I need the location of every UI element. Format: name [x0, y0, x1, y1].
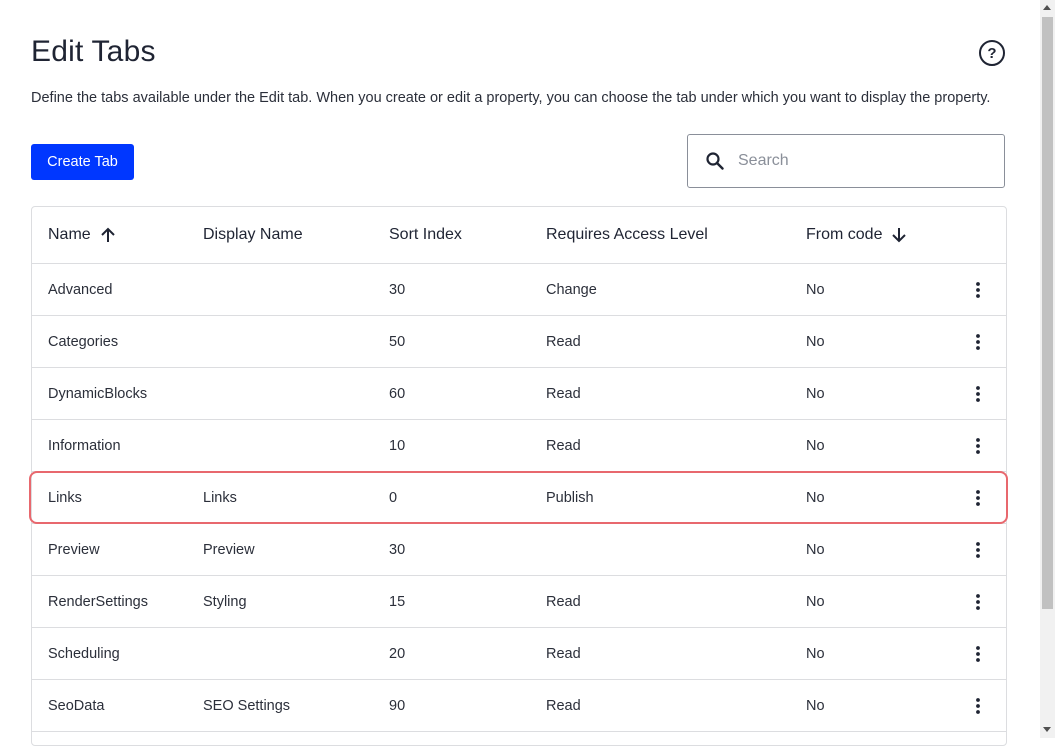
search-icon [706, 152, 724, 170]
scroll-up-arrow-icon[interactable] [1043, 5, 1051, 10]
cell-sort-index: 30 [389, 281, 406, 298]
cell-from-code: No [806, 281, 825, 298]
column-header-name-label: Name [48, 226, 91, 243]
table-header-row: Name Display Name Sort Index Requires Ac… [32, 207, 1006, 264]
column-header-from-code-label: From code [806, 226, 883, 243]
table-row[interactable]: Information 10 Read No [32, 420, 1006, 472]
cell-name: Preview [48, 541, 100, 558]
scroll-down-arrow-icon[interactable] [1043, 727, 1051, 732]
arrow-down-icon [890, 226, 908, 244]
cell-access-level: Read [546, 593, 581, 610]
cell-from-code: No [806, 593, 825, 610]
search-box[interactable] [687, 134, 1005, 188]
table-row[interactable]: RenderSettings Styling 15 Read No [32, 576, 1006, 628]
cell-name: Scheduling [48, 645, 120, 662]
table-row[interactable]: Advanced 30 Change No [32, 264, 1006, 316]
cell-from-code: No [806, 697, 825, 714]
cell-from-code: No [806, 437, 825, 454]
cell-sort-index: 60 [389, 385, 406, 402]
cell-display-name: Styling [203, 593, 247, 610]
cell-access-level: Read [546, 437, 581, 454]
table-row[interactable]: DynamicBlocks 60 Read No [32, 368, 1006, 420]
cell-access-level: Read [546, 697, 581, 714]
cell-access-level: Read [546, 645, 581, 662]
cell-from-code: No [806, 385, 825, 402]
cell-display-name: SEO Settings [203, 697, 291, 714]
more-options-icon[interactable] [968, 368, 988, 419]
more-options-icon[interactable] [968, 420, 988, 471]
more-options-icon[interactable] [968, 316, 988, 367]
cell-name: DynamicBlocks [48, 385, 148, 402]
cell-name: SeoData [48, 697, 105, 714]
cell-sort-index: 0 [389, 489, 398, 506]
table-row[interactable]: Scheduling 20 Read No [32, 628, 1006, 680]
column-header-access-level[interactable]: Requires Access Level [546, 207, 708, 263]
search-input[interactable] [736, 151, 980, 171]
cell-access-level: Change [546, 281, 597, 298]
cell-name: Links [48, 489, 82, 506]
table-row[interactable]: SeoData SEO Settings 90 Read No [32, 680, 1006, 732]
help-icon[interactable]: ? [979, 40, 1005, 66]
cell-from-code: No [806, 645, 825, 662]
cell-name: Information [48, 437, 121, 454]
cell-display-name: Preview [203, 541, 255, 558]
cell-name: Categories [48, 333, 119, 350]
column-header-from-code[interactable]: From code [806, 207, 908, 263]
cell-display-name: Links [203, 489, 237, 506]
cell-sort-index: 90 [389, 697, 406, 714]
cell-from-code: No [806, 541, 825, 558]
cell-from-code: No [806, 489, 825, 506]
cell-access-level: Read [546, 333, 581, 350]
table-row[interactable]: Links Links 0 Publish No [32, 472, 1006, 524]
vertical-scrollbar[interactable] [1040, 0, 1055, 738]
more-options-icon[interactable] [968, 680, 988, 731]
cell-sort-index: 10 [389, 437, 406, 454]
cell-name: Advanced [48, 281, 113, 298]
more-options-icon[interactable] [968, 576, 988, 627]
scrollbar-thumb[interactable] [1042, 17, 1053, 609]
more-options-icon[interactable] [968, 264, 988, 315]
column-header-name[interactable]: Name [48, 207, 117, 263]
cell-sort-index: 30 [389, 541, 406, 558]
arrow-up-icon [99, 226, 117, 244]
more-options-icon[interactable] [968, 524, 988, 575]
cell-access-level: Read [546, 385, 581, 402]
table-row[interactable]: Preview Preview 30 No [32, 524, 1006, 576]
table-row[interactable]: Categories 50 Read No [32, 316, 1006, 368]
cell-sort-index: 20 [389, 645, 406, 662]
cell-from-code: No [806, 333, 825, 350]
column-header-display-name[interactable]: Display Name [203, 207, 303, 263]
create-tab-button[interactable]: Create Tab [31, 144, 134, 180]
edit-tabs-page: Edit Tabs ? Define the tabs available un… [0, 0, 1040, 746]
page-description: Define the tabs available under the Edit… [31, 90, 991, 106]
tabs-table: Name Display Name Sort Index Requires Ac… [31, 206, 1007, 746]
cell-sort-index: 15 [389, 593, 406, 610]
more-options-icon[interactable] [968, 628, 988, 679]
column-header-sort-index[interactable]: Sort Index [389, 207, 462, 263]
cell-sort-index: 50 [389, 333, 406, 350]
cell-name: RenderSettings [48, 593, 148, 610]
page-title: Edit Tabs [31, 35, 156, 68]
cell-access-level: Publish [546, 489, 594, 506]
more-options-icon[interactable] [968, 472, 988, 523]
